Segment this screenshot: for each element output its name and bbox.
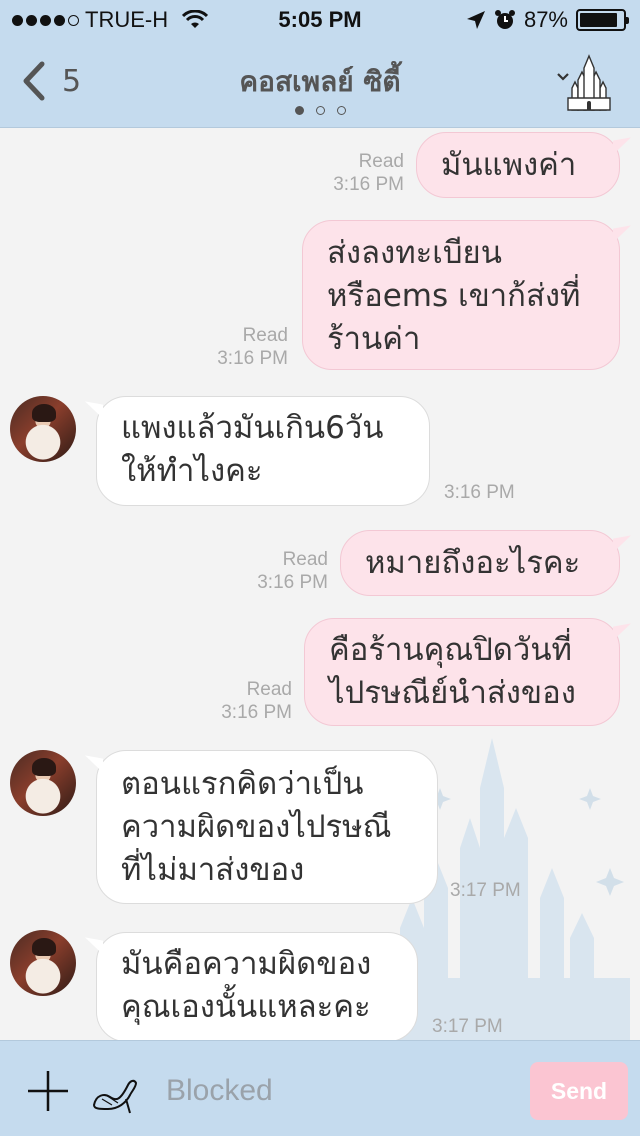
message-text-line: แพงแล้วมันเกิน6วัน [121,410,384,446]
chat-header: 5 คอสเพลย์ ซิตี้ [0,40,640,128]
message-meta: Read 3:16 PM [172,678,292,724]
read-receipt: Read [282,549,328,570]
menu-chevron-down-icon [557,73,569,81]
wifi-icon [182,10,209,28]
message-text-line: ร้านค่า [327,321,421,357]
message-text-line: มันคือความผิดของ [121,946,372,982]
message-bubble-outgoing[interactable]: หมายถึงอะไรคะ [340,530,620,596]
message-time: 3:17 PM [450,880,521,901]
page-dot [336,106,346,115]
message-text-line: ส่งลงทะเบียน [327,235,502,271]
message-time: 3:16 PM [257,572,328,593]
chat-title[interactable]: คอสเพลย์ ซิตี้ [0,60,640,104]
message-meta: Read 3:16 PM [284,150,404,196]
message-input[interactable] [166,1069,506,1113]
status-left: TRUE-H [12,7,209,33]
message-time: 3:16 PM [333,174,404,195]
message-text-line: ที่ไม่มาส่งของ [121,852,305,888]
message-bubble-incoming[interactable]: ตอนแรกคิดว่าเป็น ความผิดของไปรษณี ที่ไม่… [96,750,438,904]
read-receipt: Read [246,679,292,700]
page-dot [294,106,304,115]
message-text-line: ให้ทำไงคะ [121,453,263,489]
read-receipt: Read [242,325,288,346]
read-receipt: Read [358,151,404,172]
battery-fill [580,13,617,27]
message-text-line: ตอนแรกคิดว่าเป็น [121,766,364,802]
castle-icon [557,54,611,111]
message-text-line: ความผิดของไปรษณี [121,809,392,845]
page-dot [315,106,325,115]
message-text-line: คือร้านคุณปิดวันที่ [329,632,572,668]
carrier-label: TRUE-H [85,7,169,32]
chat-area[interactable]: Read 3:16 PM มันแพงค่า Read 3:16 PM ส่งล… [0,128,640,1040]
battery-icon [576,9,629,31]
message-bubble-outgoing[interactable]: คือร้านคุณปิดวันที่ ไปรษณีย์นำส่งของ [304,618,620,726]
message-text: มันแพงค่า [441,147,577,183]
message-time: 3:16 PM [217,348,288,369]
message-meta: Read 3:16 PM [208,548,328,594]
glass-slipper-icon[interactable] [90,1065,140,1115]
avatar[interactable] [10,930,76,996]
message-text-line: คุณเองนั้นแหละคะ [121,989,371,1025]
message-text-line: หรือems เขาก้ส่งที่ [327,278,581,314]
input-bar: Send [0,1040,640,1136]
message-text-line: ไปรษณีย์นำส่งของ [329,675,576,711]
signal-dots-icon [12,14,79,26]
message-bubble-incoming[interactable]: มันคือความผิดของ คุณเองนั้นแหละคะ [96,932,418,1040]
message-time: 3:16 PM [221,702,292,723]
message-text: หมายถึงอะไรคะ [365,545,581,581]
send-button[interactable]: Send [530,1062,628,1120]
message-bubble-outgoing[interactable]: ส่งลงทะเบียน หรือems เขาก้ส่งที่ ร้านค่า [302,220,620,370]
battery-percent: 87% [523,7,568,32]
message-bubble-outgoing[interactable]: มันแพงค่า [416,132,620,198]
message-bubble-incoming[interactable]: แพงแล้วมันเกิน6วัน ให้ทำไงคะ [96,396,430,506]
page-indicator[interactable] [0,106,640,115]
message-time: 3:16 PM [444,482,515,503]
avatar[interactable] [10,396,76,462]
avatar[interactable] [10,750,76,816]
message-time: 3:17 PM [432,1016,503,1037]
status-right: 87% [466,7,629,33]
message-meta: Read 3:16 PM [168,324,288,370]
status-bar: TRUE-H 5:05 PM 87% [0,0,640,40]
location-arrow-icon [466,11,485,29]
plus-icon[interactable] [26,1069,70,1113]
menu-button[interactable] [554,54,614,114]
alarm-clock-icon [494,10,515,29]
